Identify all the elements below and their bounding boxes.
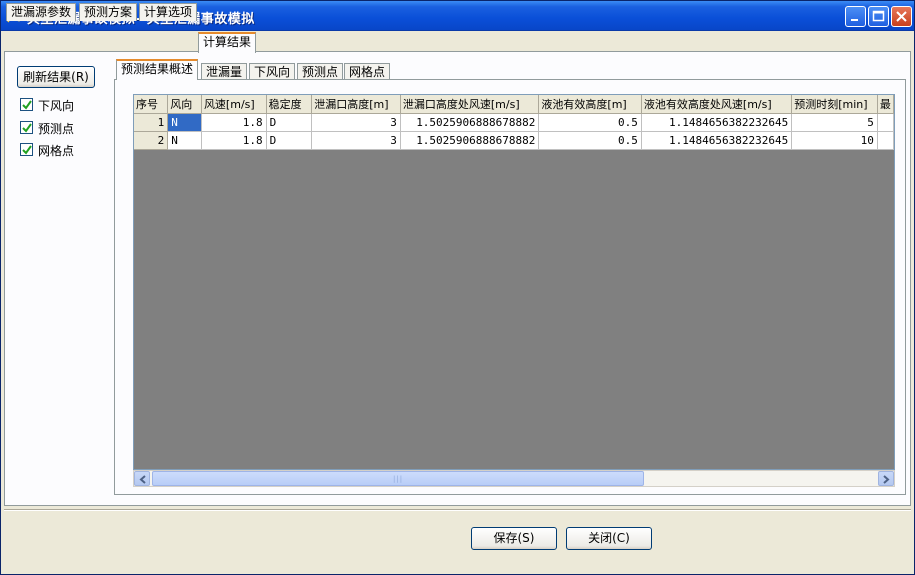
grid-cell[interactable]: 1.5025906888678882 (400, 113, 540, 132)
close-button[interactable]: 关闭(C) (566, 527, 652, 550)
tab-prediction-plan[interactable]: 预测方案 (79, 3, 138, 21)
checkmark-icon (22, 123, 32, 133)
column-header[interactable]: 稳定度 (266, 95, 313, 114)
grip-icon: ||| (393, 475, 404, 483)
column-header[interactable]: 泄漏口高度处风速[m/s] (400, 95, 540, 114)
column-header[interactable]: 液池有效高度[m] (538, 95, 642, 114)
checkbox-label: 网格点 (38, 144, 75, 158)
grid-cell[interactable]: 1.8 (201, 113, 267, 132)
grid-header-row: 序号 风向 风速[m/s] 稳定度 泄漏口高度[m] 泄漏口高度处风速[m/s]… (134, 95, 894, 114)
minimize-button[interactable] (845, 6, 866, 27)
horizontal-scrollbar[interactable]: ||| (133, 470, 895, 487)
grid-cell[interactable]: D (266, 113, 313, 132)
maximize-icon (872, 10, 885, 22)
close-icon (896, 11, 907, 22)
row-index: 1 (134, 113, 169, 132)
grid-cell[interactable]: 1.5025906888678882 (400, 131, 540, 150)
save-button[interactable]: 保存(S) (471, 527, 557, 550)
subtab-prediction-point[interactable]: 预测点 (297, 63, 344, 80)
checkbox-label: 预测点 (38, 122, 75, 136)
grid-cell[interactable]: 0.5 (538, 113, 642, 132)
chevron-left-icon (139, 475, 146, 484)
grid-cell[interactable]: 1.1484656382232645 (641, 113, 793, 132)
scroll-right-button[interactable] (878, 471, 894, 486)
checkmark-icon (22, 145, 32, 155)
column-header[interactable]: 风向 (167, 95, 202, 114)
title-bar[interactable]: 典型泄漏事故模拟--典型泄漏事故模拟 (1, 1, 914, 31)
column-header[interactable]: 风速[m/s] (201, 95, 267, 114)
grid-cell[interactable]: 1.1484656382232645 (641, 131, 793, 150)
subtab-grid-point[interactable]: 网格点 (344, 63, 391, 80)
grid-cell[interactable] (877, 131, 894, 150)
table-row[interactable]: 1 N 1.8 D 3 1.5025906888678882 0.5 1.148… (134, 113, 894, 132)
checkmark-icon (22, 100, 32, 110)
results-table: 序号 风向 风速[m/s] 稳定度 泄漏口高度[m] 泄漏口高度处风速[m/s]… (134, 95, 894, 150)
tab-leak-source[interactable]: 泄漏源参数 (6, 3, 77, 21)
results-grid[interactable]: 序号 风向 风速[m/s] 稳定度 泄漏口高度[m] 泄漏口高度处风速[m/s]… (133, 94, 895, 470)
minimize-icon (851, 19, 858, 21)
column-header[interactable]: 液池有效高度处风速[m/s] (641, 95, 793, 114)
refresh-results-button[interactable]: 刷新结果(R) (17, 66, 95, 88)
main-window: 典型泄漏事故模拟--典型泄漏事故模拟 泄漏源参数 预测方案 计算选项 计算结果 … (0, 0, 915, 575)
grid-cell[interactable]: 10 (791, 131, 878, 150)
grid-cell[interactable]: D (266, 131, 313, 150)
grid-cell[interactable]: 5 (791, 113, 878, 132)
maximize-button[interactable] (868, 6, 889, 27)
column-header[interactable]: 预测时刻[min] (791, 95, 878, 114)
subtab-downwind[interactable]: 下风向 (249, 63, 296, 80)
row-index: 2 (134, 131, 169, 150)
grid-cell[interactable] (877, 113, 894, 132)
grid-cell[interactable]: 0.5 (538, 131, 642, 150)
tab-calc-results[interactable]: 计算结果 (198, 32, 257, 53)
footer-divider (4, 509, 911, 511)
chevron-right-icon (883, 475, 890, 484)
subtab-leak-amount[interactable]: 泄漏量 (201, 63, 248, 80)
scroll-left-button[interactable] (134, 471, 150, 486)
column-header[interactable]: 序号 (134, 95, 169, 114)
column-header[interactable]: 最 (877, 95, 894, 114)
checkbox-label: 下风向 (38, 99, 75, 113)
tab-calc-options[interactable]: 计算选项 (139, 3, 198, 21)
scrollbar-thumb[interactable]: ||| (152, 471, 644, 486)
grid-cell[interactable]: 3 (311, 131, 401, 150)
grid-cell[interactable]: 1.8 (201, 131, 267, 150)
close-window-button[interactable] (891, 6, 912, 27)
subtab-summary[interactable]: 预测结果概述 (116, 59, 199, 80)
column-header[interactable]: 泄漏口高度[m] (311, 95, 401, 114)
grid-cell[interactable]: 3 (311, 113, 401, 132)
grid-cell[interactable]: N (167, 131, 202, 150)
grid-cell[interactable]: N (167, 113, 202, 132)
table-row[interactable]: 2 N 1.8 D 3 1.5025906888678882 0.5 1.148… (134, 131, 894, 150)
